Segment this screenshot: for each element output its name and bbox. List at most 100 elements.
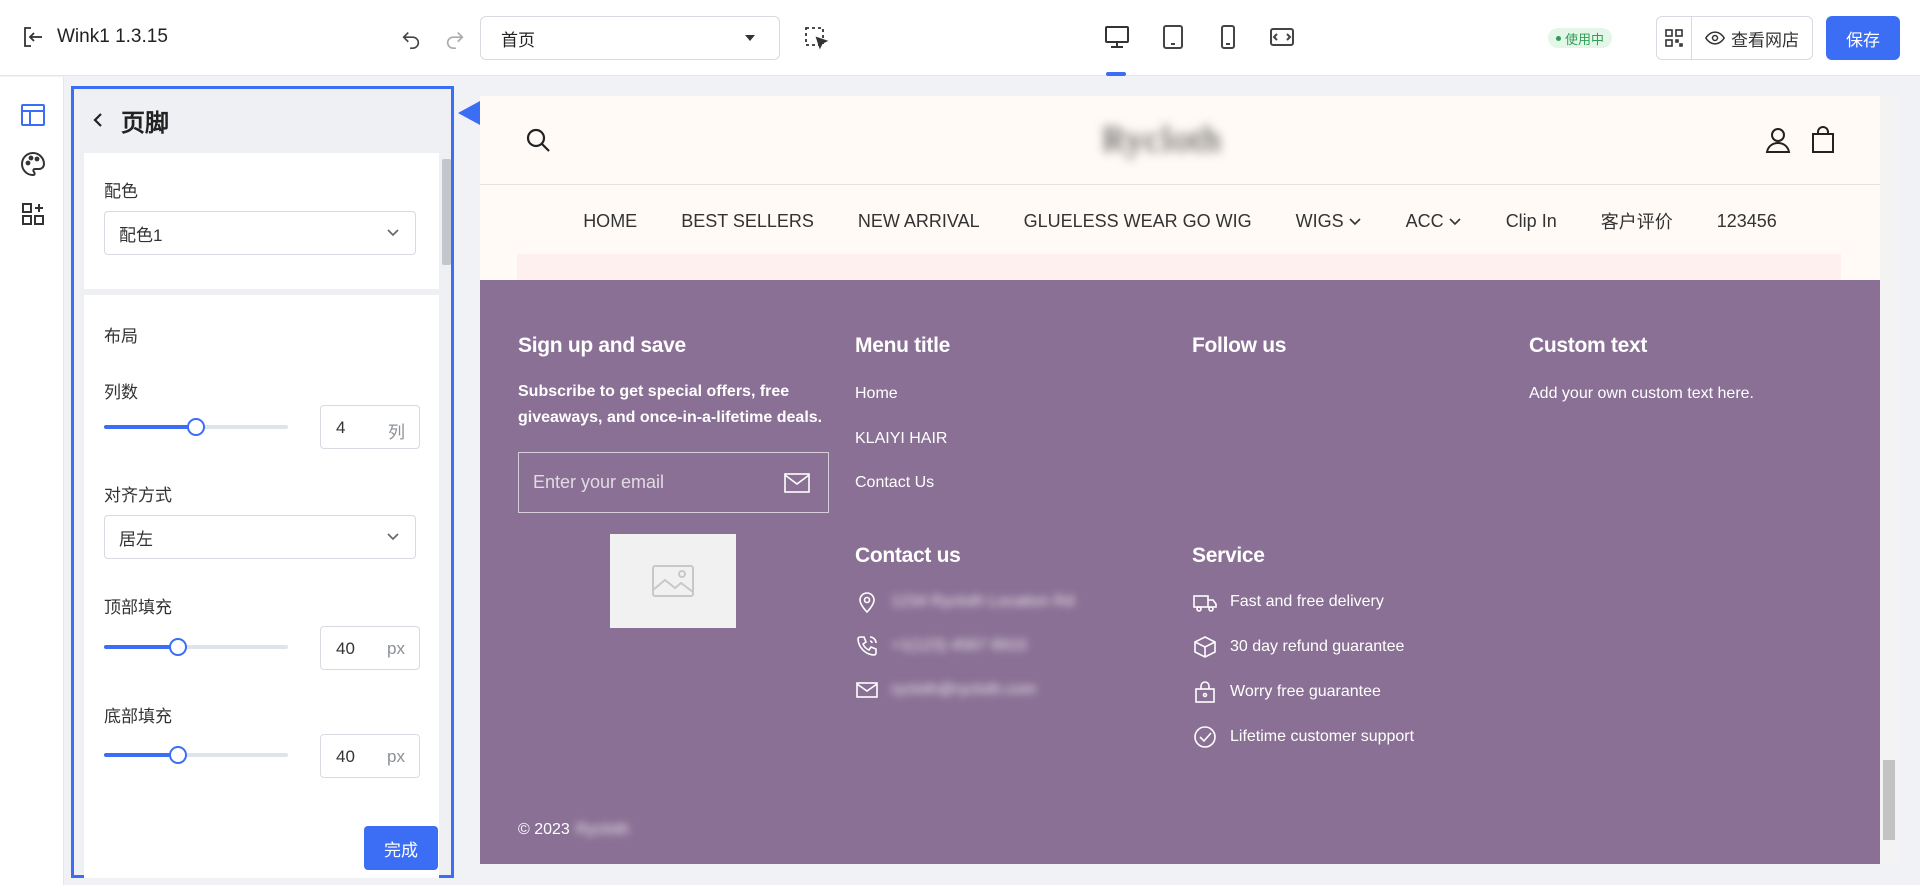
- nav-item-label: HOME: [583, 210, 638, 231]
- add-apps-icon[interactable]: [19, 200, 47, 228]
- top-padding-input[interactable]: 40 px: [320, 626, 420, 670]
- columns-value: 4: [336, 418, 346, 437]
- panel-header: 页脚: [74, 89, 451, 153]
- service-item-label: 30 day refund guarantee: [1230, 638, 1405, 655]
- color-select[interactable]: 配色1: [104, 211, 416, 255]
- nav-item-wigs[interactable]: WIGS: [1296, 208, 1362, 234]
- nav-item-clip-in[interactable]: Clip In: [1506, 208, 1557, 234]
- service-item-label: Worry free guarantee: [1230, 683, 1381, 700]
- contact-address: 1234 Rycloth Location Rd: [855, 590, 1074, 614]
- columns-slider[interactable]: [104, 418, 288, 436]
- left-rail: [0, 77, 64, 885]
- nav-item-best-sellers[interactable]: BEST SELLERS: [681, 208, 814, 234]
- bottom-padding-input[interactable]: 40 px: [320, 734, 420, 778]
- top-padding-slider[interactable]: [104, 638, 288, 656]
- redo-icon[interactable]: [442, 26, 468, 52]
- columns-unit: 列: [388, 423, 405, 442]
- phone-icon: [857, 636, 877, 656]
- store-footer: Sign up and save Subscribe to get specia…: [480, 280, 1880, 864]
- top-padding-value: 40: [336, 639, 355, 658]
- nav-item-glueless[interactable]: GLUELESS WEAR GO WIG: [1024, 208, 1252, 234]
- email-input[interactable]: Enter your email: [518, 452, 829, 513]
- panel-title: 页脚: [121, 110, 169, 137]
- store-header: Rycloth HOME BEST SELLERS NEW ARRIVAL GL…: [480, 96, 1880, 280]
- top-padding-slider-fill: [104, 645, 178, 649]
- mail-icon[interactable]: [784, 473, 810, 498]
- qr-code-button[interactable]: [1656, 16, 1692, 60]
- footer-settings-panel: 页脚 配色 配色1 布局 列数 4 列 对齐方式 居左 顶部填充 40 px 底…: [71, 86, 454, 878]
- image-placeholder: [610, 534, 736, 628]
- bottom-padding-slider-handle[interactable]: [168, 746, 187, 764]
- align-select[interactable]: 居左: [104, 515, 416, 559]
- search-icon[interactable]: [524, 126, 552, 159]
- account-icon[interactable]: [1765, 127, 1791, 158]
- top-padding-unit: px: [387, 639, 405, 658]
- chevron-down-icon: [385, 224, 401, 245]
- columns-label: 列数: [104, 383, 138, 402]
- tablet-view-icon[interactable]: [1158, 22, 1188, 52]
- panel-scrollbar[interactable]: [442, 143, 451, 793]
- nav-item-reviews[interactable]: 客户评价: [1601, 208, 1673, 234]
- view-store-button[interactable]: 查看网店: [1691, 16, 1813, 60]
- nav-item-label: 123456: [1716, 210, 1777, 231]
- panel-scrollbar-thumb[interactable]: [442, 159, 451, 265]
- envelope-icon: [856, 682, 878, 698]
- align-select-value: 居左: [119, 529, 153, 549]
- color-select-value: 配色1: [119, 225, 163, 245]
- truck-icon: [1193, 595, 1217, 612]
- menu-title: Menu title: [855, 334, 950, 357]
- qr-code-icon: [1665, 29, 1683, 47]
- preview-scrollbar-thumb[interactable]: [1883, 760, 1895, 840]
- footer-link-home[interactable]: Home: [855, 385, 898, 403]
- announcement-strip: [517, 254, 1841, 280]
- nav-item-label: GLUELESS WEAR GO WIG: [1023, 210, 1252, 231]
- back-icon[interactable]: [90, 111, 106, 134]
- contact-title: Contact us: [855, 544, 961, 567]
- exit-icon[interactable]: [20, 24, 46, 50]
- contact-email: rycloth@rycloth.com: [855, 678, 1036, 702]
- nav-item-new-arrival[interactable]: NEW ARRIVAL: [858, 208, 980, 234]
- done-button[interactable]: 完成: [364, 826, 438, 870]
- header-divider: [480, 184, 1880, 185]
- service-item-label: Fast and free delivery: [1230, 593, 1384, 610]
- cart-bag-icon[interactable]: [1810, 126, 1836, 159]
- page-select[interactable]: 首页: [480, 16, 780, 60]
- layout-sections-icon[interactable]: [19, 101, 47, 129]
- columns-input[interactable]: 4 列: [320, 405, 420, 449]
- store-preview: Rycloth HOME BEST SELLERS NEW ARRIVAL GL…: [480, 96, 1880, 864]
- columns-slider-fill: [104, 425, 196, 429]
- chevron-down-icon: [745, 35, 755, 41]
- copyright-text: © 2023: [518, 821, 570, 838]
- status-badge: 使用中: [1548, 28, 1613, 48]
- view-store-label: 查看网店: [1731, 30, 1799, 50]
- signup-title: Sign up and save: [518, 334, 686, 357]
- undo-icon[interactable]: [398, 26, 424, 52]
- color-label: 配色: [104, 182, 138, 201]
- select-element-icon[interactable]: [802, 24, 830, 52]
- bottom-padding-slider[interactable]: [104, 746, 288, 764]
- nav-item-label: 客户评价: [1600, 212, 1673, 232]
- contact-address-text: 1234 Rycloth Location Rd: [891, 593, 1075, 610]
- columns-slider-handle[interactable]: [187, 418, 205, 436]
- mobile-view-icon[interactable]: [1213, 22, 1243, 52]
- color-card: 配色 配色1: [84, 153, 439, 289]
- lock-bag-icon: [1195, 681, 1215, 703]
- top-padding-slider-handle[interactable]: [168, 638, 187, 656]
- footer-link-contact-us[interactable]: Contact Us: [855, 474, 934, 492]
- chevron-down-icon: [385, 528, 401, 549]
- theme-palette-icon[interactable]: [19, 150, 47, 178]
- desktop-view-icon[interactable]: [1102, 22, 1132, 52]
- contact-email-text: rycloth@rycloth.com: [891, 681, 1037, 698]
- nav-item-123456[interactable]: 123456: [1717, 208, 1777, 234]
- nav-item-acc[interactable]: ACC: [1406, 208, 1462, 234]
- contact-phone: +1(123) 4567 8910: [855, 634, 1027, 658]
- nav-item-label: WIGS: [1295, 210, 1344, 231]
- nav-item-home[interactable]: HOME: [583, 208, 637, 234]
- preview-scrollbar[interactable]: [1880, 96, 1898, 864]
- fullscreen-icon[interactable]: [1267, 22, 1297, 52]
- store-logo[interactable]: Rycloth: [1102, 118, 1222, 160]
- align-label: 对齐方式: [104, 486, 172, 505]
- footer-link-klaiyi-hair[interactable]: KLAIYI HAIR: [855, 430, 947, 448]
- save-button[interactable]: 保存: [1826, 16, 1900, 60]
- app-title: Wink1 1.3.15: [57, 26, 168, 47]
